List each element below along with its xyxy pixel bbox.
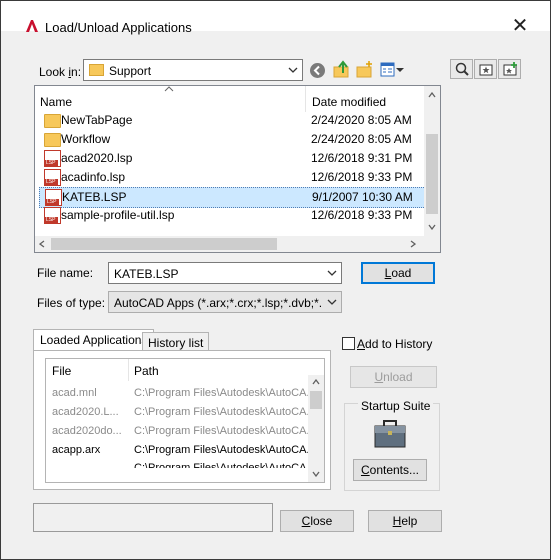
file-name-label: File name:: [37, 266, 94, 280]
scrollbar-thumb[interactable]: [426, 134, 438, 214]
scroll-right-arrow-icon[interactable]: [410, 240, 416, 248]
startup-suite-label: Startup Suite: [358, 399, 434, 413]
scroll-corner: [424, 236, 440, 252]
column-header-file[interactable]: File: [52, 364, 71, 378]
file-date: 9/1/2007 10:30 AM: [312, 190, 413, 204]
find-button[interactable]: [450, 59, 473, 79]
lsp-file-icon: LSP: [44, 169, 61, 186]
column-divider: [128, 359, 129, 381]
file-row[interactable]: NewTabPage 2/24/2020 8:05 AM: [39, 111, 424, 130]
scrollbar-thumb[interactable]: [310, 391, 322, 409]
autocad-app-icon: [26, 20, 38, 32]
back-arrow-icon[interactable]: [309, 62, 326, 79]
lsp-file-icon: LSP: [45, 189, 62, 206]
views-menu-icon: [380, 62, 395, 77]
file-row[interactable]: LSP acad2020.lsp 12/6/2018 9:31 PM: [39, 149, 424, 168]
unload-button[interactable]: Unload: [350, 366, 437, 388]
status-field: [33, 503, 273, 532]
file-list: Name Date modified NewTabPage 2/24/2020 …: [34, 85, 441, 253]
file-name: Workflow: [61, 132, 111, 146]
sort-ascending-icon: [164, 86, 174, 92]
vertical-scrollbar[interactable]: [308, 375, 324, 482]
file-row[interactable]: LSP sample-profile-util.lsp 12/6/2018 9:…: [39, 206, 424, 225]
tab-loaded-applications[interactable]: Loaded Applications: [33, 329, 155, 351]
window-title: Load/Unload Applications: [45, 20, 192, 35]
load-unload-dialog: Load/Unload Applications ✕ Look in: Supp…: [0, 0, 551, 560]
favorites-icon: [479, 64, 493, 76]
file-date: 2/24/2020 8:05 AM: [311, 113, 412, 127]
app-row[interactable]: acad2020.L... C:\Program Files\Autodesk\A…: [52, 406, 316, 418]
file-name-value: KATEB.LSP: [114, 267, 179, 281]
file-name: sample-profile-util.lsp: [61, 208, 175, 222]
find-icon: [455, 62, 469, 76]
briefcase-icon: [374, 420, 406, 448]
folder-icon: [89, 64, 104, 76]
up-folder-icon[interactable]: [332, 60, 351, 79]
scroll-down-arrow-icon[interactable]: [428, 224, 436, 230]
new-folder-icon[interactable]: [355, 60, 374, 79]
scroll-down-arrow-icon[interactable]: [312, 471, 320, 477]
column-header-path[interactable]: Path: [134, 364, 159, 378]
file-date: 12/6/2018 9:33 PM: [311, 170, 413, 184]
add-to-history-label[interactable]: Add to History: [357, 337, 432, 351]
chevron-down-icon: [327, 270, 337, 276]
file-name: KATEB.LSP: [62, 190, 127, 204]
chevron-down-icon: [327, 299, 337, 305]
scrollbar-thumb[interactable]: [51, 238, 277, 250]
file-name: acad2020.lsp: [61, 151, 133, 165]
chevron-down-icon: [288, 67, 298, 73]
title-bar: Load/Unload Applications ✕: [1, 1, 550, 37]
loaded-applications-table: File Path acad.mnl C:\Program Files\Autod…: [45, 358, 325, 483]
chevron-down-icon: [396, 68, 404, 72]
files-of-type-label: Files of type:: [37, 296, 106, 310]
scroll-up-arrow-icon[interactable]: [312, 379, 320, 385]
look-in-label: Look in:: [39, 65, 82, 79]
help-button[interactable]: Help: [368, 510, 442, 532]
app-row[interactable]: C:\Program Files\Autodesk\AutoCA...: [52, 462, 316, 468]
file-row[interactable]: LSP acadinfo.lsp 12/6/2018 9:33 PM: [39, 168, 424, 187]
add-to-favorites-icon: [503, 62, 517, 76]
files-of-type-combo[interactable]: AutoCAD Apps (*.arx;*.crx;*.lsp;*.dvb;*.…: [108, 291, 342, 313]
horizontal-scrollbar[interactable]: [35, 236, 424, 252]
favorites-button[interactable]: [474, 59, 497, 79]
close-window-button[interactable]: ✕: [508, 14, 532, 38]
app-row[interactable]: acapp.arx C:\Program Files\Autodesk\AutoC…: [52, 444, 316, 456]
load-button[interactable]: Load: [361, 262, 435, 284]
file-name-combo[interactable]: KATEB.LSP: [108, 262, 342, 284]
look-in-value: Support: [109, 64, 152, 78]
add-to-favorites-button[interactable]: [498, 59, 521, 79]
close-button[interactable]: Close: [280, 510, 354, 532]
file-date: 12/6/2018 9:33 PM: [311, 208, 413, 222]
lsp-file-icon: LSP: [44, 150, 61, 167]
scroll-up-arrow-icon[interactable]: [428, 92, 436, 98]
vertical-scrollbar[interactable]: [424, 86, 440, 236]
file-name: acadinfo.lsp: [61, 170, 126, 184]
app-row[interactable]: acad2020do... C:\Program Files\Autodesk\A…: [52, 425, 316, 437]
files-of-type-value: AutoCAD Apps (*.arx;*.crx;*.lsp;*.dvb;*.…: [114, 296, 322, 310]
file-date: 12/6/2018 9:31 PM: [311, 151, 413, 165]
column-divider: [305, 86, 306, 112]
file-row-selected[interactable]: LSP KATEB.LSP 9/1/2007 10:30 AM: [39, 187, 426, 208]
file-date: 2/24/2020 8:05 AM: [311, 132, 412, 146]
add-to-history-checkbox[interactable]: [342, 337, 355, 350]
folder-icon: [44, 133, 61, 147]
scroll-left-arrow-icon[interactable]: [39, 240, 45, 248]
folder-icon: [44, 114, 61, 128]
file-row[interactable]: Workflow 2/24/2020 8:05 AM: [39, 130, 424, 149]
tab-history-list[interactable]: History list: [142, 332, 210, 352]
app-row[interactable]: acad.mnl C:\Program Files\Autodesk\AutoCA…: [52, 387, 316, 399]
contents-button[interactable]: Contents...: [353, 459, 427, 481]
file-name: NewTabPage: [61, 113, 133, 127]
lsp-file-icon: LSP: [44, 207, 61, 224]
look-in-combo[interactable]: Support: [83, 59, 303, 81]
views-menu-button[interactable]: [378, 60, 405, 79]
